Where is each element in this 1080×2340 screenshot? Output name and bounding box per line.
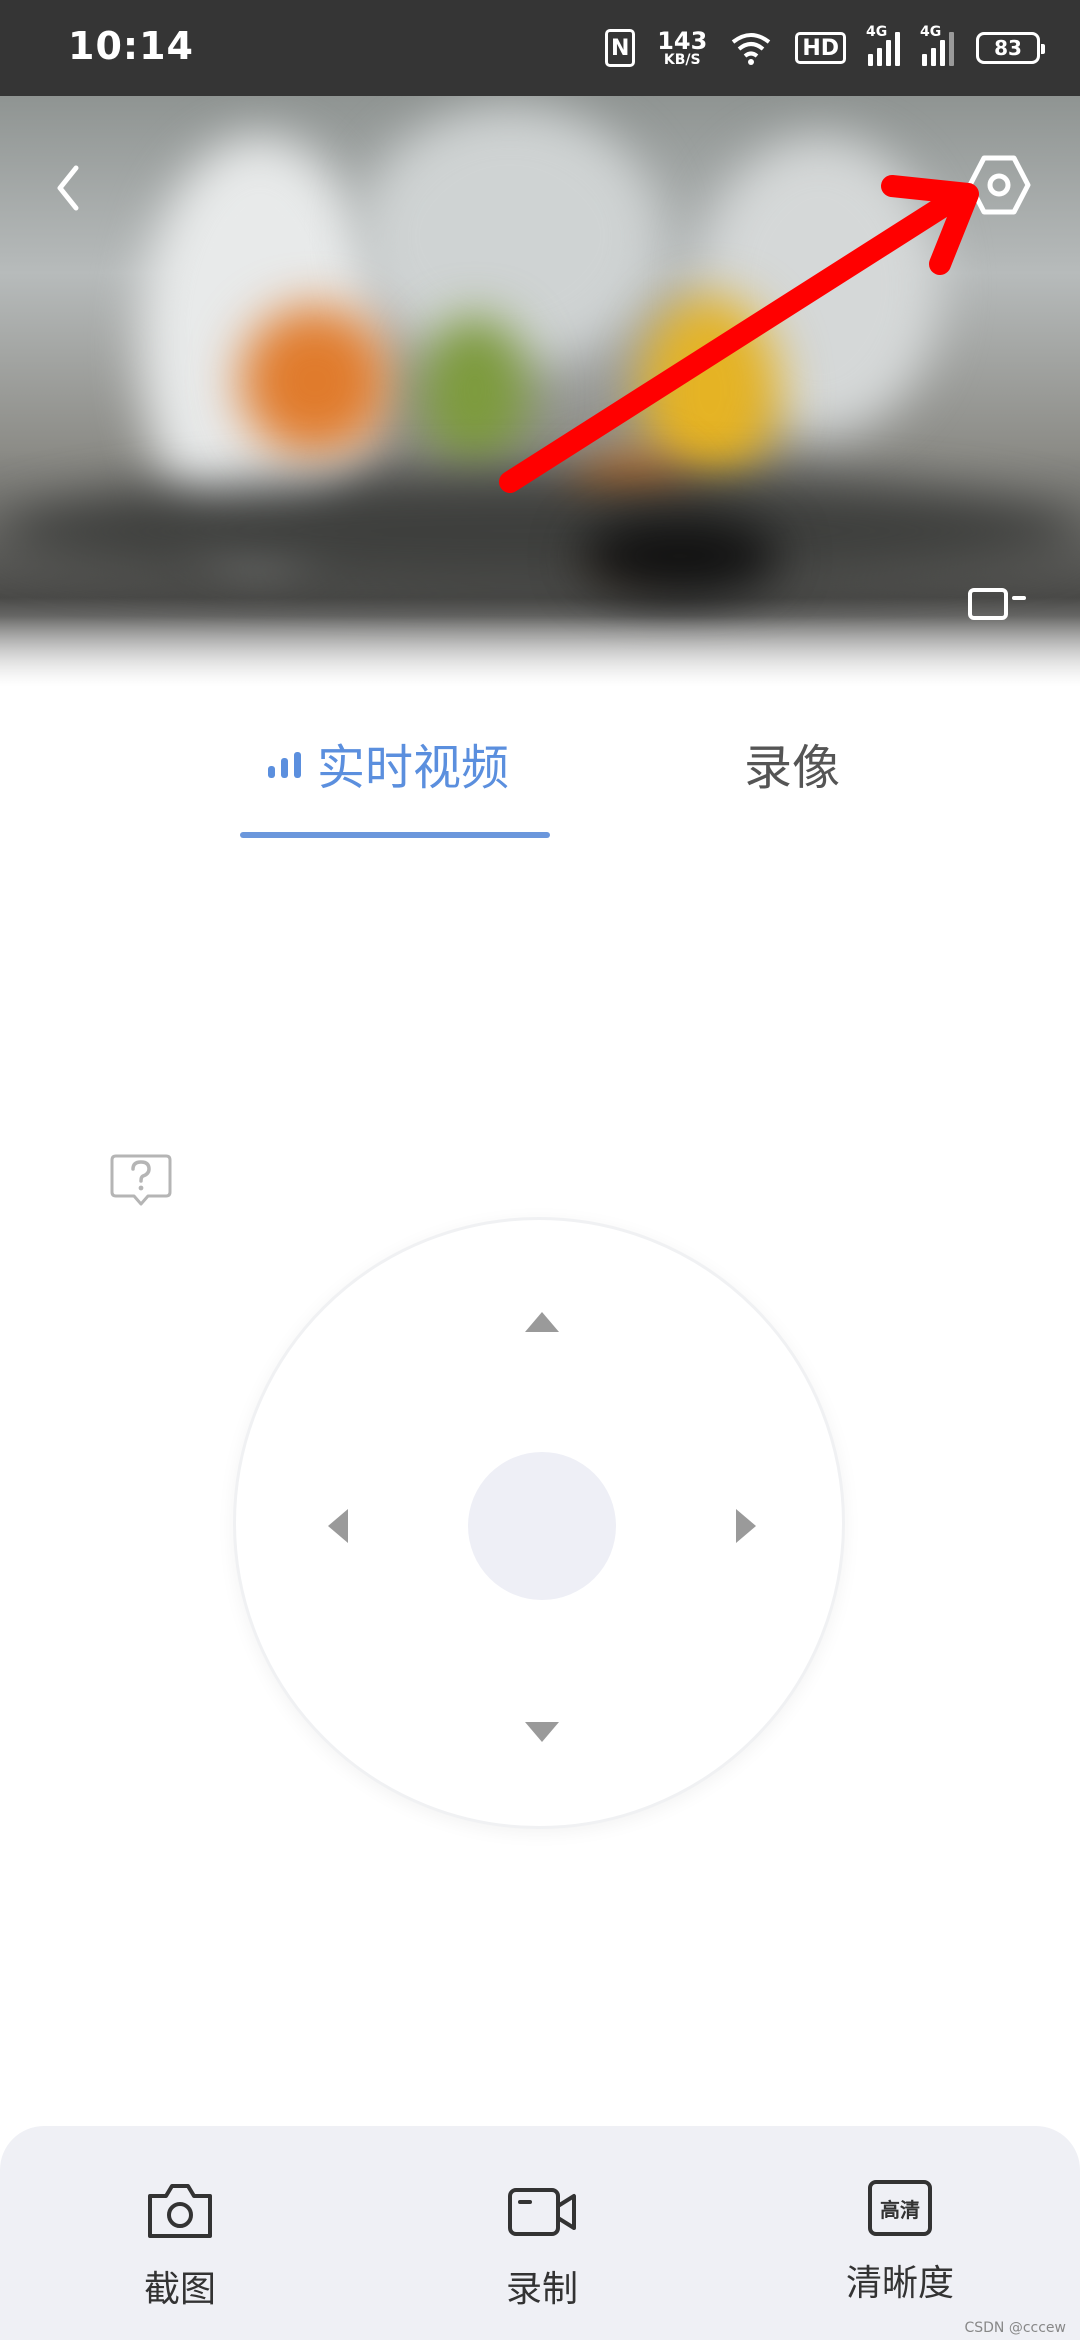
quality-button[interactable]: 高清 清晰度: [800, 2180, 1000, 2306]
live-video-view[interactable]: [0, 96, 1080, 686]
signal-icon-1: 4G: [866, 24, 900, 66]
record-button[interactable]: 录制: [442, 2180, 642, 2312]
battery-icon: 83: [976, 32, 1045, 64]
tab-live-video-label: 实时视频: [317, 740, 510, 796]
record-label: 录制: [505, 2269, 578, 2310]
video-blur-region: [240, 306, 390, 456]
video-blur-region: [360, 106, 660, 366]
camera-icon: [148, 2184, 212, 2238]
ptz-center-button[interactable]: [468, 1452, 616, 1600]
video-blur-region: [0, 476, 1080, 586]
help-icon[interactable]: [108, 1152, 174, 1210]
signal-2-label: 4G: [920, 24, 942, 40]
ptz-control: [233, 1217, 845, 1829]
screenshot-button[interactable]: 截图: [80, 2180, 280, 2312]
tab-bar: 实时视频 录像: [0, 700, 1080, 850]
watermark: CSDN @cccew: [964, 2320, 1066, 2336]
status-bar: 10:14 N 143 KB/S HD 4G 4G 83: [0, 0, 1080, 96]
up-arrow-icon[interactable]: [525, 1312, 559, 1332]
screenshot-label: 截图: [143, 2269, 216, 2310]
video-blur-region: [640, 296, 780, 486]
left-arrow-icon[interactable]: [328, 1509, 348, 1543]
tab-live-video[interactable]: 实时视频: [268, 728, 509, 798]
video-blur-region: [420, 316, 530, 466]
wifi-icon: [732, 33, 771, 65]
tab-recordings-label: 录像: [744, 740, 841, 796]
bottom-toolbar: 截图 录制 高清 清晰度: [0, 2126, 1080, 2340]
fullscreen-icon[interactable]: [964, 584, 1030, 624]
video-blur-region: [580, 516, 780, 596]
signal-1-label: 4G: [866, 24, 888, 40]
hd-quality-icon: 高清: [868, 2180, 932, 2236]
quality-label: 清晰度: [845, 2263, 954, 2304]
signal-icon-2: 4G: [920, 24, 954, 66]
status-icons: N 143 KB/S HD 4G 4G 83: [605, 24, 1045, 72]
live-signal-icon: [268, 748, 301, 778]
network-speed: 143 KB/S: [657, 29, 707, 67]
video-fade: [0, 616, 1080, 686]
hd-voice-icon: HD: [795, 32, 846, 64]
status-time: 10:14: [68, 24, 194, 68]
tab-recordings[interactable]: 录像: [744, 728, 840, 798]
network-speed-value: 143: [657, 27, 708, 55]
down-arrow-icon[interactable]: [525, 1722, 559, 1742]
settings-icon[interactable]: [966, 152, 1032, 218]
back-icon[interactable]: [48, 160, 88, 216]
right-arrow-icon[interactable]: [736, 1509, 756, 1543]
nfc-icon: N: [605, 29, 636, 67]
network-speed-unit: KB/S: [663, 52, 701, 68]
active-tab-indicator: [240, 832, 550, 838]
video-camera-icon: [508, 2188, 576, 2236]
